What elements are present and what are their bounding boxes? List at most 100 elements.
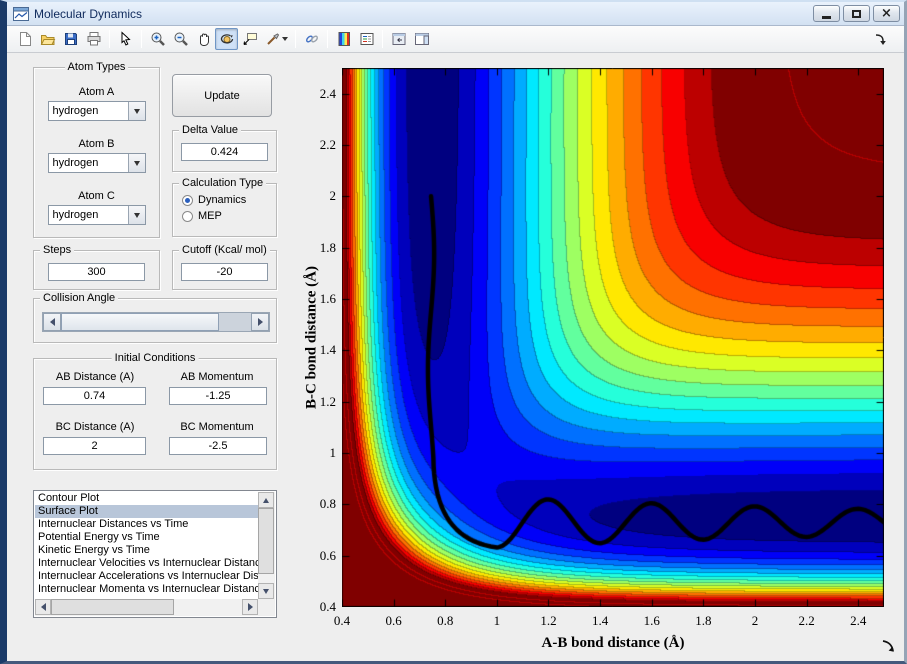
y-tick-label: 1.4 [319,342,336,358]
collision-angle-slider[interactable] [42,312,270,332]
dropdown-arrow-button[interactable] [127,154,145,172]
y-tick-label: 2.2 [319,137,336,152]
atom-c-dropdown[interactable]: hydrogen [47,205,146,225]
radio-icon[interactable] [182,210,193,222]
slider-right-arrow-button[interactable] [251,313,269,331]
plot-type-item[interactable]: Potential Energy vs Time [35,531,258,544]
scroll-right-button[interactable] [242,599,258,615]
x-tick-label: 0.6 [385,613,402,628]
calculation-type-panel-title: Calculation Type [179,177,267,190]
x-axis-label: A-B bond distance (Å) [541,635,685,651]
x-tick-label: 2.2 [798,613,815,628]
plot-type-item[interactable]: Contour Plot [35,492,258,505]
bc-distance-a-input[interactable] [43,437,146,455]
plot-type-item[interactable]: Surface Plot [35,505,258,518]
atom-b-label: Atom B [78,138,115,150]
plot-type-item[interactable]: Internuclear Velocities vs Internuclear … [35,557,258,570]
plot-axes: A-B bond distance (Å) B-C bond distance … [304,68,884,651]
data-cursor-button[interactable] [238,28,261,50]
up-arrow-icon [263,497,269,503]
y-tick-label: 1 [329,445,337,460]
dropdown-arrow-button[interactable] [127,102,145,120]
vertical-scrollbar-thumb[interactable] [258,508,274,575]
chevron-down-icon [133,212,140,218]
cutoff-input[interactable] [181,263,268,281]
listbox-vertical-scrollbar[interactable] [258,492,275,599]
dropdown-value: hydrogen [52,209,99,221]
insert-legend-button[interactable] [355,28,378,50]
ab-distance-a-label: AB Distance (A) [55,371,135,383]
pan-button[interactable] [192,28,215,50]
window-title: Molecular Dynamics [34,6,143,21]
hide-plot-tools-button[interactable] [387,28,410,50]
plot-type-listbox[interactable]: Contour Plot Surface Plot Internuclear Dis… [33,490,277,618]
radio-label: Dynamics [198,194,247,206]
radio-label: MEP [198,210,222,222]
calculation-type-option-mep[interactable]: MEP [182,210,276,222]
radio-icon[interactable] [182,194,193,206]
atom-b-dropdown[interactable]: hydrogen [47,153,146,173]
link-plot-button[interactable] [300,28,323,50]
listbox-horizontal-scrollbar[interactable] [35,599,258,616]
delta-value-input[interactable] [181,143,268,161]
show-plot-tools-icon [414,33,429,45]
dock-figure-button[interactable] [869,28,892,50]
initial-conditions-panel: Initial Conditions AB Distance (A)AB Mom… [33,352,277,470]
atom-types-panel-title: Atom Types [64,61,129,74]
titlebar[interactable]: Molecular Dynamics × [7,2,904,26]
figure-toolbar [7,26,904,53]
zoom-in-button[interactable] [146,28,169,50]
minimize-button[interactable] [813,5,840,22]
save-figure-button[interactable] [59,28,82,50]
calculation-type-option-dynamics[interactable]: Dynamics [182,194,276,206]
brush-data-button[interactable] [261,28,291,50]
atom-c-label: Atom C [78,190,115,202]
edit-plot-button[interactable] [114,28,137,50]
slider-left-arrow-button[interactable] [43,313,61,331]
x-tick-label: 1 [493,613,501,628]
toolbar-separator [141,30,142,48]
zoom-out-button[interactable] [169,28,192,50]
plot-type-item[interactable]: Kinetic Energy vs Time [35,544,258,557]
ab-distance-a-input[interactable] [43,387,146,405]
update-button[interactable]: Update [172,74,272,117]
close-button[interactable]: × [873,5,900,22]
scrollbar-corner [258,599,275,616]
delta-value-panel-title: Delta Value [179,124,242,137]
show-plot-tools-button[interactable] [410,28,433,50]
dropdown-value: hydrogen [52,157,99,169]
steps-input[interactable] [48,263,145,281]
left-arrow-icon [40,603,46,611]
open-file-button[interactable] [36,28,59,50]
potential-surface-plot[interactable] [342,68,884,607]
resize-grip-icon[interactable] [880,638,896,659]
print-figure-button[interactable] [82,28,105,50]
toolbar-separator [295,30,296,48]
y-tick-label: 2 [329,188,337,204]
plot-type-item[interactable]: Internuclear Momenta vs Internuclear Dis… [35,583,258,596]
calculation-type-panel: Calculation Type Dynamics MEP [172,177,277,237]
dropdown-arrow-button[interactable] [127,206,145,224]
left-arrow-icon [49,318,55,326]
slider-thumb[interactable] [61,313,220,331]
scroll-up-button[interactable] [258,492,274,508]
brush-dropdown-caret-icon[interactable] [281,37,288,41]
maximize-button[interactable] [843,5,870,22]
scroll-left-button[interactable] [35,599,51,615]
rotate-3d-button[interactable] [215,28,238,50]
horizontal-scrollbar-thumb[interactable] [51,599,174,615]
bc-momentum-input[interactable] [169,437,267,455]
atom-types-panel: Atom Types Atom A hydrogen Atom B hydrogen A… [33,61,160,238]
toolbar-separator [109,30,110,48]
insert-colorbar-button[interactable] [332,28,355,50]
steps-panel: Steps [33,244,160,290]
ab-momentum-input[interactable] [169,387,267,405]
atom-a-dropdown[interactable]: hydrogen [47,101,146,121]
scroll-down-button[interactable] [258,583,274,599]
new-figure-button[interactable] [13,28,36,50]
y-tick-label: 0.4 [319,599,336,614]
rotate-3d-icon [220,34,233,44]
plot-type-item[interactable]: Internuclear Distances vs Time [35,518,258,531]
y-tick-label: 1.2 [319,393,336,409]
plot-type-item[interactable]: Internuclear Accelerations vs Internucle… [35,570,258,583]
